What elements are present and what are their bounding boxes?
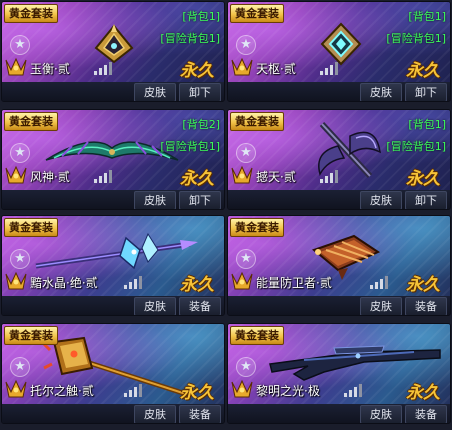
gold-emblem-icon <box>5 57 27 76</box>
skin-button[interactable]: 皮肤 <box>360 191 402 209</box>
level-bars-icon <box>124 384 142 397</box>
favorite-star-icon[interactable]: ★ <box>236 249 256 269</box>
level-bars-icon <box>370 276 388 289</box>
equip-button[interactable]: 装备 <box>179 297 221 315</box>
unequip-button[interactable]: 卸下 <box>405 83 447 101</box>
gold-emblem-icon <box>231 57 253 76</box>
duration-label: 永久 <box>180 169 214 189</box>
skin-button[interactable]: 皮肤 <box>360 83 402 101</box>
item-name: 天枢·贰 <box>256 62 296 76</box>
item-card[interactable]: 黄金套装 ★ 玉衡·贰 永久 [背包1] [冒险背包1] 皮肤 卸下 <box>1 1 225 102</box>
gold-set-badge: 黄金套装 <box>4 326 58 345</box>
level-bars-icon <box>94 62 112 75</box>
item-name: 风神·贰 <box>30 170 70 184</box>
item-card[interactable]: 黄金套装 ★ 风神·贰 永久 [背包2] [冒险背包1] 皮肤 卸下 <box>1 109 225 210</box>
skin-button[interactable]: 皮肤 <box>360 297 402 315</box>
duration-label: 永久 <box>406 383 440 403</box>
unequip-button[interactable]: 卸下 <box>179 83 221 101</box>
skin-button[interactable]: 皮肤 <box>134 191 176 209</box>
item-card[interactable]: 黄金套装 ★ 撼天·贰 永久 [背包1] [冒险背包1] 皮肤 卸下 <box>227 109 451 210</box>
item-card[interactable]: 黄金套装 ★ 黎明之光·极 永久 皮肤 装备 <box>227 323 451 424</box>
favorite-star-icon[interactable]: ★ <box>236 35 256 55</box>
level-bars-icon <box>124 276 142 289</box>
backpack-tag: [背包2] <box>182 118 220 131</box>
gold-set-badge: 黄金套装 <box>4 218 58 237</box>
gold-set-badge: 黄金套装 <box>4 4 58 23</box>
gold-set-badge: 黄金套装 <box>230 326 284 345</box>
duration-label: 永久 <box>180 61 214 81</box>
adventure-backpack-tag: [冒险背包1] <box>386 32 446 45</box>
item-name: 能量防卫者·贰 <box>256 276 332 290</box>
item-name: 托尔之触·贰 <box>30 384 94 398</box>
gold-emblem-icon <box>5 271 27 290</box>
duration-label: 永久 <box>406 61 440 81</box>
gold-emblem-icon <box>5 165 27 184</box>
equip-button[interactable]: 装备 <box>405 297 447 315</box>
item-name: 玉衡·贰 <box>30 62 70 76</box>
skin-button[interactable]: 皮肤 <box>134 405 176 423</box>
item-name: 撼天·贰 <box>256 170 296 184</box>
adventure-backpack-tag: [冒险背包1] <box>386 140 446 153</box>
equip-button[interactable]: 装备 <box>405 405 447 423</box>
level-bars-icon <box>94 170 112 183</box>
favorite-star-icon[interactable]: ★ <box>236 143 256 163</box>
item-card[interactable]: 黄金套装 ★ 黯水晶·绝·贰 永久 皮肤 装备 <box>1 215 225 316</box>
favorite-star-icon[interactable]: ★ <box>236 357 256 377</box>
gold-set-badge: 黄金套装 <box>230 4 284 23</box>
cyan-diamond-ornament-icon <box>320 22 362 66</box>
duration-label: 永久 <box>406 275 440 295</box>
item-card[interactable]: 黄金套装 ★ 托尔之触·贰 永久 皮肤 装备 <box>1 323 225 424</box>
unequip-button[interactable]: 卸下 <box>179 191 221 209</box>
level-bars-icon <box>344 384 362 397</box>
gold-set-badge: 黄金套装 <box>230 112 284 131</box>
adventure-backpack-tag: [冒险背包1] <box>160 32 220 45</box>
item-card[interactable]: 黄金套装 ★ 能量防卫者·贰 永久 皮肤 装备 <box>227 215 451 316</box>
skin-button[interactable]: 皮肤 <box>360 405 402 423</box>
gold-set-badge: 黄金套装 <box>4 112 58 131</box>
level-bars-icon <box>320 170 338 183</box>
gold-emblem-icon <box>231 379 253 398</box>
backpack-tag: [背包1] <box>408 10 446 23</box>
favorite-star-icon[interactable]: ★ <box>10 143 30 163</box>
adventure-backpack-tag: [冒险背包1] <box>160 140 220 153</box>
favorite-star-icon[interactable]: ★ <box>10 249 30 269</box>
level-bars-icon <box>320 62 338 75</box>
unequip-button[interactable]: 卸下 <box>405 191 447 209</box>
favorite-star-icon[interactable]: ★ <box>10 35 30 55</box>
gold-emblem-icon <box>5 379 27 398</box>
favorite-star-icon[interactable]: ★ <box>10 357 30 377</box>
item-card[interactable]: 黄金套装 ★ 天枢·贰 永久 [背包1] [冒险背包1] 皮肤 卸下 <box>227 1 451 102</box>
item-grid: 黄金套装 ★ 玉衡·贰 永久 [背包1] [冒险背包1] 皮肤 卸下 黄金套装 … <box>0 0 452 430</box>
duration-label: 永久 <box>180 275 214 295</box>
backpack-tag: [背包1] <box>182 10 220 23</box>
duration-label: 永久 <box>406 169 440 189</box>
equip-button[interactable]: 装备 <box>179 405 221 423</box>
dawn-rifle-icon <box>269 345 441 381</box>
gold-emblem-icon <box>231 271 253 290</box>
skin-button[interactable]: 皮肤 <box>134 83 176 101</box>
item-name: 黎明之光·极 <box>256 384 320 398</box>
duration-label: 永久 <box>180 383 214 403</box>
backpack-tag: [背包1] <box>408 118 446 131</box>
gold-emblem-icon <box>231 165 253 184</box>
battle-axe-icon <box>318 121 381 179</box>
gold-set-badge: 黄金套装 <box>230 218 284 237</box>
item-name: 黯水晶·绝·贰 <box>30 276 98 290</box>
skin-button[interactable]: 皮肤 <box>134 297 176 315</box>
